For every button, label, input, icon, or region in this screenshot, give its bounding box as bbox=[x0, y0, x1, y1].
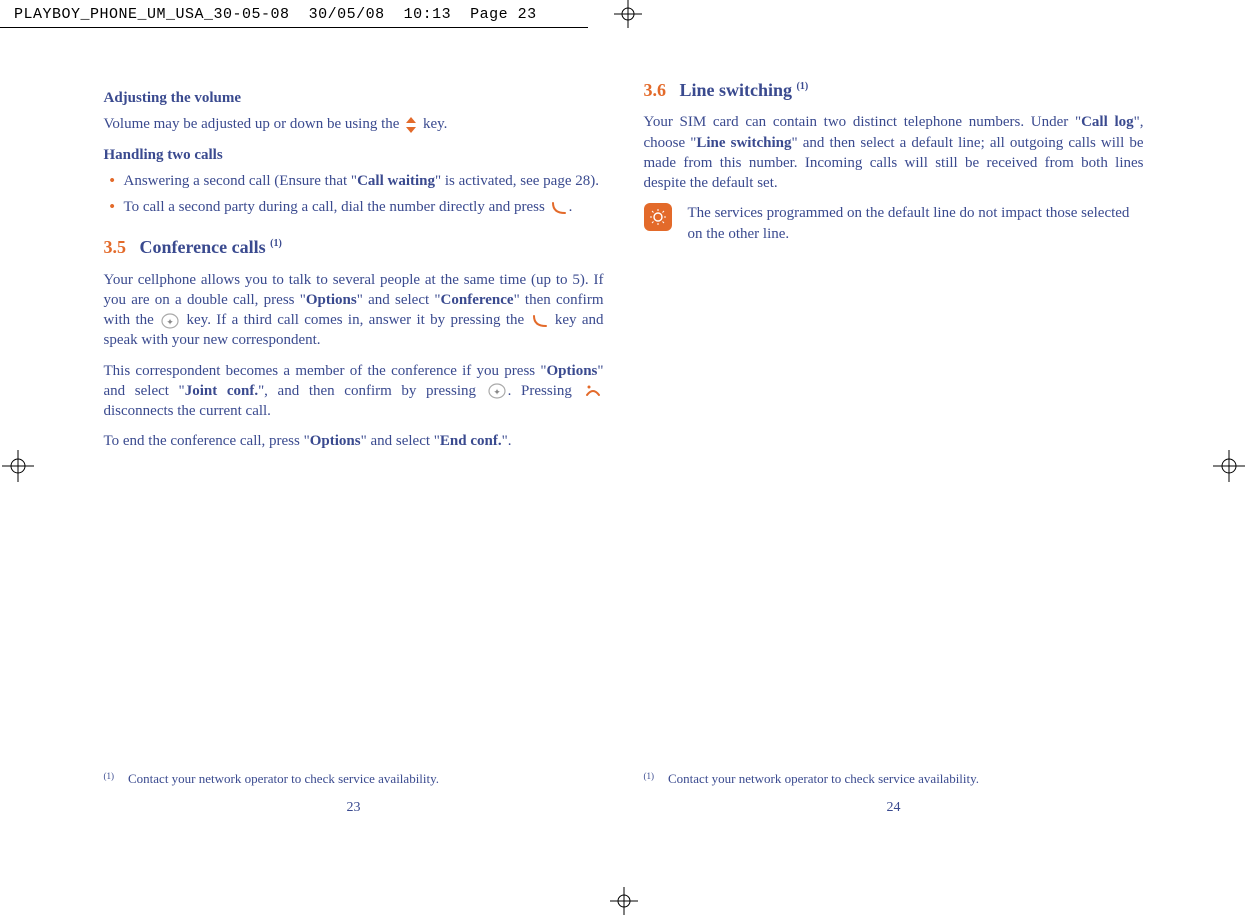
para-volume: Volume may be adjusted up or down be usi… bbox=[104, 114, 604, 134]
info-note: The services programmed on the default l… bbox=[644, 203, 1144, 244]
footnote-mark: (1) bbox=[104, 770, 115, 788]
call-key-icon bbox=[551, 201, 567, 215]
section-title: Line switching bbox=[680, 80, 797, 100]
registration-mark-top bbox=[614, 0, 642, 33]
ok-key-icon: ✦ bbox=[488, 382, 506, 400]
list-item: To call a second party during a call, di… bbox=[124, 197, 604, 217]
footnote-right: (1) Contact your network operator to che… bbox=[644, 770, 980, 788]
footnote-text: Contact your network operator to check s… bbox=[128, 770, 439, 788]
page-number-left: 23 bbox=[104, 799, 604, 818]
para-conference-2: This correspondent becomes a member of t… bbox=[104, 361, 604, 422]
end-call-key-icon bbox=[584, 383, 602, 399]
footnote-left: (1) Contact your network operator to che… bbox=[104, 770, 440, 788]
lightbulb-icon bbox=[644, 203, 672, 231]
svg-text:✦: ✦ bbox=[166, 317, 174, 327]
footnote-mark: (1) bbox=[644, 770, 655, 788]
heading-adjusting-volume: Adjusting the volume bbox=[104, 88, 604, 108]
header-filename: PLAYBOY_PHONE_UM_USA_30-05-08 bbox=[14, 6, 290, 23]
call-key-icon bbox=[532, 314, 548, 328]
ok-key-icon: ✦ bbox=[161, 312, 179, 330]
page-number-right: 24 bbox=[644, 799, 1144, 818]
header-page: Page 23 bbox=[470, 6, 537, 23]
footnote-text: Contact your network operator to check s… bbox=[668, 770, 979, 788]
print-header: PLAYBOY_PHONE_UM_USA_30-05-08 30/05/08 1… bbox=[0, 0, 588, 28]
section-footnote-ref: (1) bbox=[270, 238, 282, 249]
registration-mark-right bbox=[1213, 450, 1245, 487]
svg-text:✦: ✦ bbox=[493, 387, 501, 397]
registration-mark-bottom bbox=[610, 887, 638, 920]
info-note-text: The services programmed on the default l… bbox=[688, 203, 1144, 244]
bullet-list-two-calls: Answering a second call (Ensure that "Ca… bbox=[104, 171, 604, 218]
header-time: 10:13 bbox=[404, 6, 452, 23]
section-number: 3.5 bbox=[104, 237, 127, 257]
para-conference-3: To end the conference call, press "Optio… bbox=[104, 431, 604, 451]
registration-mark-left bbox=[2, 450, 34, 487]
header-date: 30/05/08 bbox=[309, 6, 385, 23]
page-spread: Adjusting the volume Volume may be adjus… bbox=[0, 28, 1247, 848]
page-right: 3.6 Line switching (1) Your SIM card can… bbox=[644, 78, 1144, 818]
section-3-6-heading: 3.6 Line switching (1) bbox=[644, 78, 1144, 102]
section-title: Conference calls bbox=[140, 237, 271, 257]
section-number: 3.6 bbox=[644, 80, 667, 100]
para-line-switching: Your SIM card can contain two distinct t… bbox=[644, 112, 1144, 193]
section-footnote-ref: (1) bbox=[797, 81, 809, 92]
heading-two-calls: Handling two calls bbox=[104, 145, 604, 165]
page-left: Adjusting the volume Volume may be adjus… bbox=[104, 78, 604, 818]
section-3-5-heading: 3.5 Conference calls (1) bbox=[104, 235, 604, 259]
volume-key-icon bbox=[405, 117, 417, 133]
para-conference-1: Your cellphone allows you to talk to sev… bbox=[104, 270, 604, 351]
list-item: Answering a second call (Ensure that "Ca… bbox=[124, 171, 604, 191]
